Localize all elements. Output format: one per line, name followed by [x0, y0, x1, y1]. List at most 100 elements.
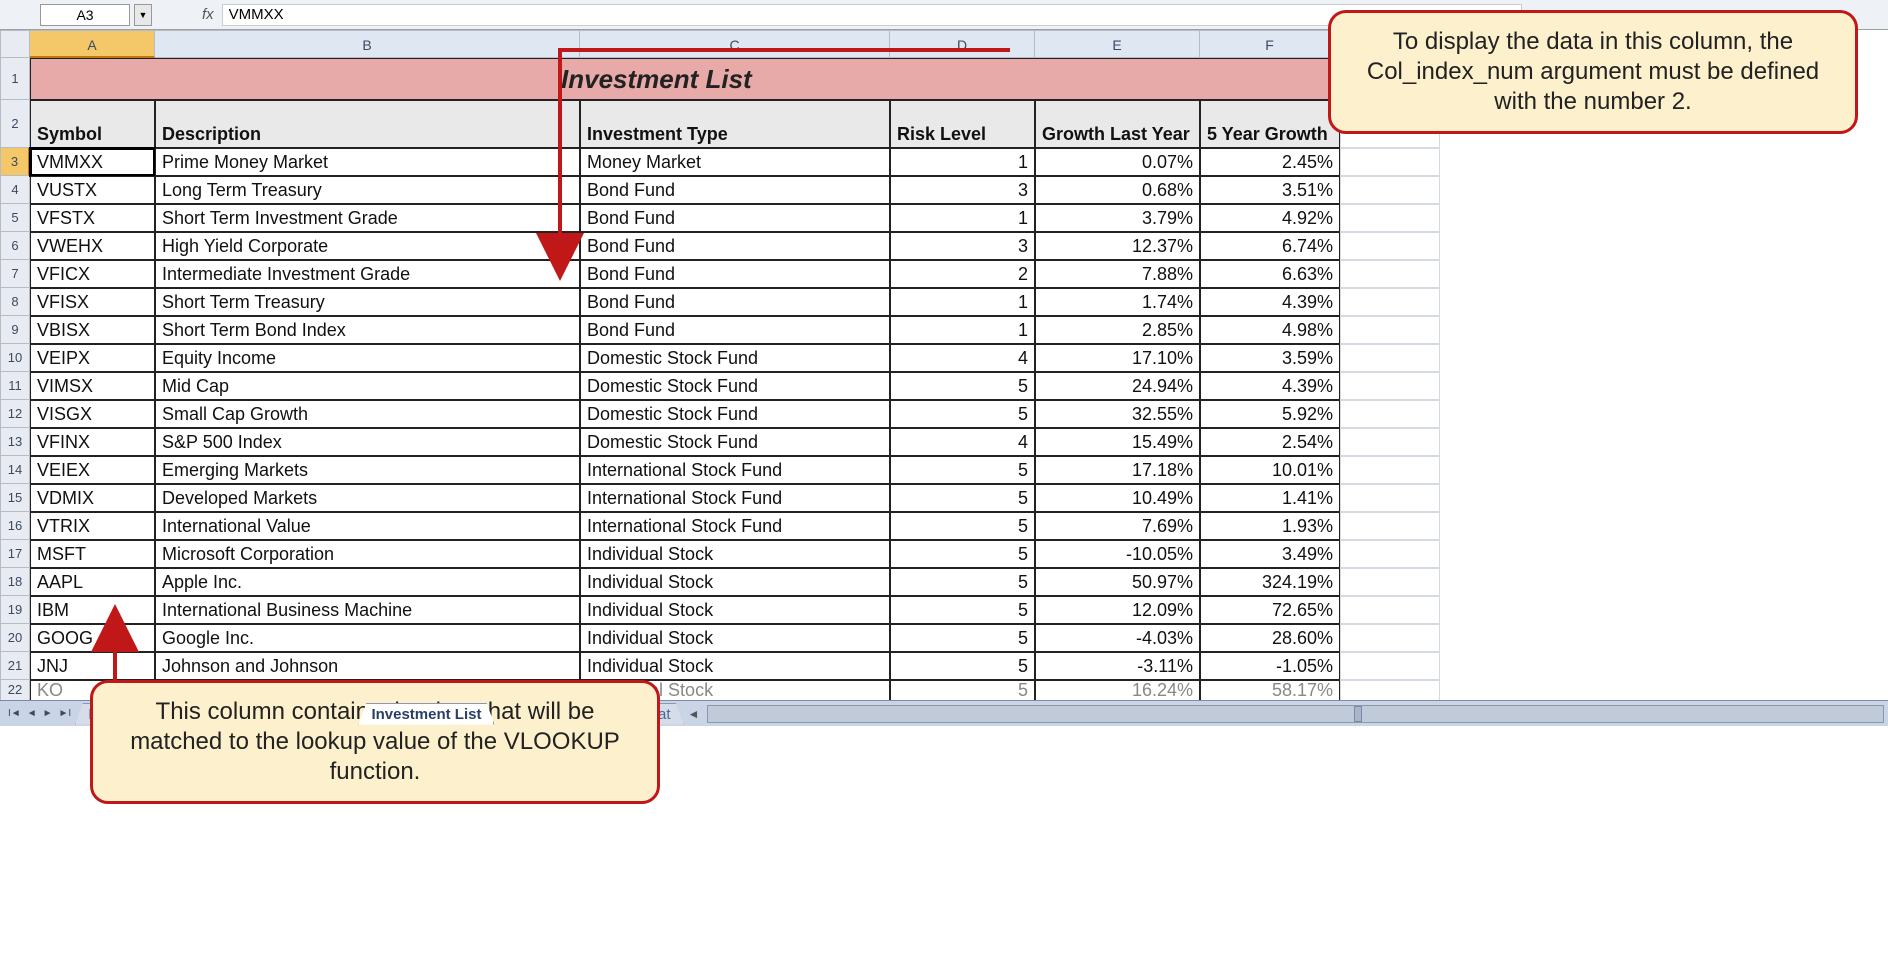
cell-5-year-growth[interactable]: 1.41% — [1200, 484, 1340, 512]
row-header-10[interactable]: 10 — [0, 344, 30, 372]
cell-investment-type[interactable]: Domestic Stock Fund — [580, 372, 890, 400]
cell-5-year-growth[interactable]: 3.51% — [1200, 176, 1340, 204]
cell-5-year-growth[interactable]: 4.39% — [1200, 288, 1340, 316]
formula-input[interactable] — [222, 4, 1522, 26]
cell-risk-level[interactable]: 1 — [890, 204, 1035, 232]
cell-symbol[interactable]: VFINX — [30, 428, 155, 456]
row-header-11[interactable]: 11 — [0, 372, 30, 400]
cell-symbol[interactable]: GOOG — [30, 624, 155, 652]
row-header-8[interactable]: 8 — [0, 288, 30, 316]
empty-cell[interactable] — [1340, 400, 1440, 428]
row-header-5[interactable]: 5 — [0, 204, 30, 232]
row-header-14[interactable]: 14 — [0, 456, 30, 484]
cell-growth-last-year[interactable]: 0.07% — [1035, 148, 1200, 176]
cell-investment-type[interactable]: Domestic Stock Fund — [580, 428, 890, 456]
cell-symbol[interactable]: VEIPX — [30, 344, 155, 372]
cell-description[interactable]: Short Term Investment Grade — [155, 204, 580, 232]
cell-investment-type[interactable]: Bond Fund — [580, 260, 890, 288]
cell-description[interactable]: High Yield Corporate — [155, 232, 580, 260]
cell-risk-level[interactable]: 5 — [890, 400, 1035, 428]
cell-5-year-growth[interactable]: -1.05% — [1200, 652, 1340, 680]
cell-description[interactable]: Google Inc. — [155, 624, 580, 652]
cell-description[interactable]: S&P 500 Index — [155, 428, 580, 456]
name-box[interactable]: A3 — [40, 4, 130, 26]
empty-cell[interactable] — [1340, 204, 1440, 232]
empty-cell[interactable] — [1340, 540, 1440, 568]
empty-cell[interactable] — [1340, 652, 1440, 680]
cell-growth-last-year[interactable]: 10.49% — [1035, 484, 1200, 512]
empty-cell[interactable] — [1340, 316, 1440, 344]
row-header-16[interactable]: 16 — [0, 512, 30, 540]
cell-risk-level[interactable]: 5 — [890, 456, 1035, 484]
select-all-corner[interactable] — [0, 30, 30, 58]
cell-description[interactable]: Long Term Treasury — [155, 176, 580, 204]
cell-investment-type[interactable]: Bond Fund — [580, 176, 890, 204]
cell-description[interactable]: Mid Cap — [155, 372, 580, 400]
cell-growth-last-year[interactable]: 17.10% — [1035, 344, 1200, 372]
cell-risk-level[interactable]: 5 — [890, 568, 1035, 596]
cell-symbol[interactable]: VFSTX — [30, 204, 155, 232]
cell-5-year-growth[interactable]: 2.54% — [1200, 428, 1340, 456]
tab-nav-last-icon[interactable]: ►I — [57, 706, 74, 721]
row-header-12[interactable]: 12 — [0, 400, 30, 428]
tab-investment-list[interactable]: Investment List — [358, 703, 494, 725]
header-growth-last-year[interactable]: Growth Last Year — [1035, 100, 1200, 148]
col-header-d[interactable]: D — [890, 30, 1035, 58]
cell-growth-last-year[interactable]: 16.24% — [1035, 680, 1200, 700]
empty-cell[interactable] — [1340, 484, 1440, 512]
cell-risk-level[interactable]: 1 — [890, 316, 1035, 344]
cell-symbol[interactable]: JNJ — [30, 652, 155, 680]
row-header-22[interactable]: 22 — [0, 680, 30, 700]
cell-5-year-growth[interactable]: 6.63% — [1200, 260, 1340, 288]
row-header-9[interactable]: 9 — [0, 316, 30, 344]
row-header-7[interactable]: 7 — [0, 260, 30, 288]
cell-risk-level[interactable]: 4 — [890, 344, 1035, 372]
cell-description[interactable]: Equity Income — [155, 344, 580, 372]
cell-growth-last-year[interactable]: 24.94% — [1035, 372, 1200, 400]
cell-5-year-growth[interactable]: 28.60% — [1200, 624, 1340, 652]
cell-investment-type[interactable]: Bond Fund — [580, 232, 890, 260]
scrollbar-thumb[interactable] — [1354, 706, 1362, 722]
cell-description[interactable]: Intermediate Investment Grade — [155, 260, 580, 288]
cell-growth-last-year[interactable]: -10.05% — [1035, 540, 1200, 568]
cell-growth-last-year[interactable]: 2.85% — [1035, 316, 1200, 344]
empty-cell[interactable] — [1340, 624, 1440, 652]
col-header-c[interactable]: C — [580, 30, 890, 58]
cell-growth-last-year[interactable]: -3.11% — [1035, 652, 1200, 680]
cell-investment-type[interactable]: Individual Stock — [580, 540, 890, 568]
cell-description[interactable]: Short Term Treasury — [155, 288, 580, 316]
cell-growth-last-year[interactable]: 3.79% — [1035, 204, 1200, 232]
tab-scroll-left-icon[interactable]: ◄ — [684, 707, 704, 721]
cell-investment-type[interactable]: Individual Stock — [580, 624, 890, 652]
cell-growth-last-year[interactable]: 1.74% — [1035, 288, 1200, 316]
row-header-4[interactable]: 4 — [0, 176, 30, 204]
cell-growth-last-year[interactable]: 12.09% — [1035, 596, 1200, 624]
header-symbol[interactable]: Symbol — [30, 100, 155, 148]
cell-5-year-growth[interactable]: 4.39% — [1200, 372, 1340, 400]
cell-5-year-growth[interactable]: 2.45% — [1200, 148, 1340, 176]
name-box-dropdown[interactable]: ▼ — [134, 4, 152, 26]
cell-risk-level[interactable]: 5 — [890, 652, 1035, 680]
cell-symbol[interactable]: VTRIX — [30, 512, 155, 540]
col-header-f[interactable]: F — [1200, 30, 1340, 58]
cell-description[interactable]: Prime Money Market — [155, 148, 580, 176]
tab-nav-first-icon[interactable]: I◄ — [6, 706, 23, 721]
cell-investment-type[interactable]: Individual Stock — [580, 652, 890, 680]
cell-growth-last-year[interactable]: 32.55% — [1035, 400, 1200, 428]
cell-risk-level[interactable]: 3 — [890, 232, 1035, 260]
row-header-3[interactable]: 3 — [0, 148, 30, 176]
cell-symbol[interactable]: VFISX — [30, 288, 155, 316]
row-header-17[interactable]: 17 — [0, 540, 30, 568]
empty-cell[interactable] — [1340, 512, 1440, 540]
cell-investment-type[interactable]: Individual Stock — [580, 568, 890, 596]
empty-cell[interactable] — [1340, 456, 1440, 484]
cell-5-year-growth[interactable]: 4.92% — [1200, 204, 1340, 232]
cell-5-year-growth[interactable]: 10.01% — [1200, 456, 1340, 484]
cell-growth-last-year[interactable]: 7.88% — [1035, 260, 1200, 288]
horizontal-scrollbar[interactable] — [707, 705, 1884, 723]
row-header-18[interactable]: 18 — [0, 568, 30, 596]
cell-description[interactable]: International Business Machine — [155, 596, 580, 624]
cell-investment-type[interactable]: Bond Fund — [580, 316, 890, 344]
cell-growth-last-year[interactable]: -4.03% — [1035, 624, 1200, 652]
cell-investment-type[interactable]: Money Market — [580, 148, 890, 176]
